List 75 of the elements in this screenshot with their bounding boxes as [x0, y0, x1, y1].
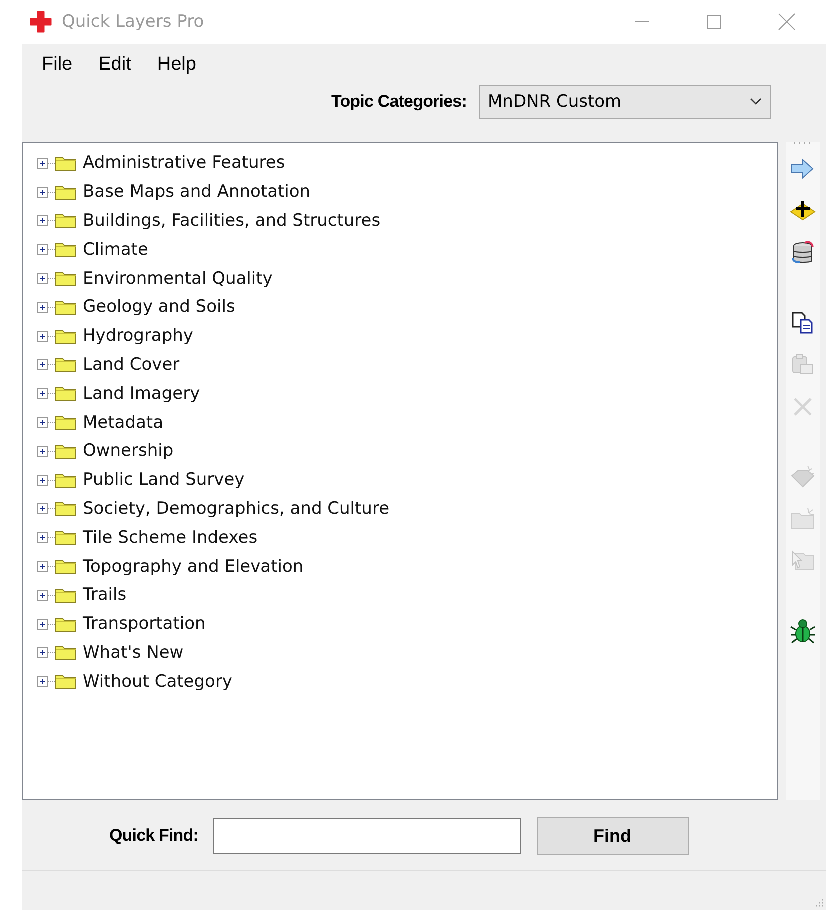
tree-item[interactable]: Geology and Soils: [83, 297, 236, 318]
expand-icon[interactable]: [37, 273, 48, 284]
tree-item[interactable]: Climate: [83, 240, 148, 260]
menu-item[interactable]: Help: [157, 54, 196, 78]
tree-item[interactable]: Transportation: [83, 614, 206, 634]
expand-icon[interactable]: [37, 561, 48, 572]
expand-icon[interactable]: [37, 446, 48, 457]
expand-icon[interactable]: [37, 302, 48, 313]
folder-icon: [55, 184, 77, 201]
folder-icon: [55, 558, 77, 576]
expand-icon[interactable]: [37, 388, 48, 400]
expand-icon[interactable]: [37, 590, 48, 601]
expand-icon[interactable]: [37, 330, 48, 342]
folder-icon: [55, 414, 77, 432]
maximize-icon[interactable]: [706, 14, 722, 30]
expand-icon[interactable]: [37, 417, 48, 428]
bug-icon[interactable]: [790, 618, 816, 644]
find-button[interactable]: Find: [536, 817, 689, 855]
folder-icon: [55, 529, 77, 546]
expand-icon[interactable]: [37, 359, 48, 370]
close-icon[interactable]: [778, 13, 796, 31]
folder-icon: [55, 472, 77, 489]
folder-icon: [55, 644, 77, 662]
expand-icon[interactable]: [37, 647, 48, 658]
tree-item[interactable]: Society, Demographics, and Culture: [83, 498, 390, 519]
menu-item[interactable]: File: [42, 54, 73, 78]
quick-find-field[interactable]: [212, 818, 521, 854]
expand-icon[interactable]: [37, 503, 48, 514]
folder-icon: [55, 356, 77, 374]
tree-item[interactable]: Public Land Survey: [83, 470, 245, 490]
folder-icon: [55, 270, 77, 288]
expand-icon[interactable]: [37, 186, 48, 198]
tree-item[interactable]: Environmental Quality: [83, 268, 273, 289]
folder-icon: [55, 500, 77, 518]
tree-item[interactable]: Metadata: [83, 412, 164, 433]
tree-item[interactable]: What's New: [83, 642, 184, 663]
folder-icon: [55, 586, 77, 604]
folder-icon: [55, 673, 77, 690]
tree-item[interactable]: Ownership: [83, 441, 174, 462]
tree-item[interactable]: Tile Scheme Indexes: [83, 528, 258, 548]
window-title: Quick Layers Pro: [62, 12, 204, 32]
folder-icon: [55, 241, 77, 258]
folder-icon: [55, 328, 77, 345]
tree-item[interactable]: Land Imagery: [83, 384, 200, 404]
tree-item[interactable]: Buildings, Facilities, and Structures: [83, 210, 381, 231]
menu-item[interactable]: Edit: [98, 54, 132, 78]
folder-icon: [55, 154, 77, 172]
folder-icon: [55, 385, 77, 402]
folder-icon: [55, 212, 77, 230]
tree-item[interactable]: Hydrography: [83, 326, 194, 346]
tree-item[interactable]: Trails: [83, 585, 127, 606]
tree-item[interactable]: Without Category: [83, 672, 232, 692]
expand-icon[interactable]: [37, 676, 48, 688]
tree-item[interactable]: Administrative Features: [83, 153, 286, 174]
expand-icon[interactable]: [37, 244, 48, 256]
field-label: Topic Categories:: [331, 92, 467, 112]
cross-icon: [30, 11, 52, 33]
database-icon[interactable]: [790, 240, 816, 266]
expand-icon[interactable]: [37, 158, 48, 169]
folder-icon: [55, 442, 77, 460]
field-label: Quick Find:: [109, 826, 199, 846]
tree-item[interactable]: Topography and Elevation: [83, 556, 304, 577]
resize-grip-icon: [814, 898, 824, 908]
tree-item[interactable]: Land Cover: [83, 354, 180, 375]
arrow-icon[interactable]: [790, 156, 816, 182]
tree-item[interactable]: Base Maps and Annotation: [83, 182, 311, 202]
expand-icon[interactable]: [37, 618, 48, 630]
topic-dropdown[interactable]: MnDNR Custom: [479, 85, 771, 119]
expand-icon[interactable]: [37, 215, 48, 226]
copy-icon[interactable]: [790, 310, 816, 336]
expand-icon[interactable]: [37, 532, 48, 544]
chevron-icon: [750, 98, 762, 106]
expand-icon[interactable]: [37, 474, 48, 486]
folder-icon: [55, 298, 77, 316]
folder-icon: [55, 616, 77, 633]
